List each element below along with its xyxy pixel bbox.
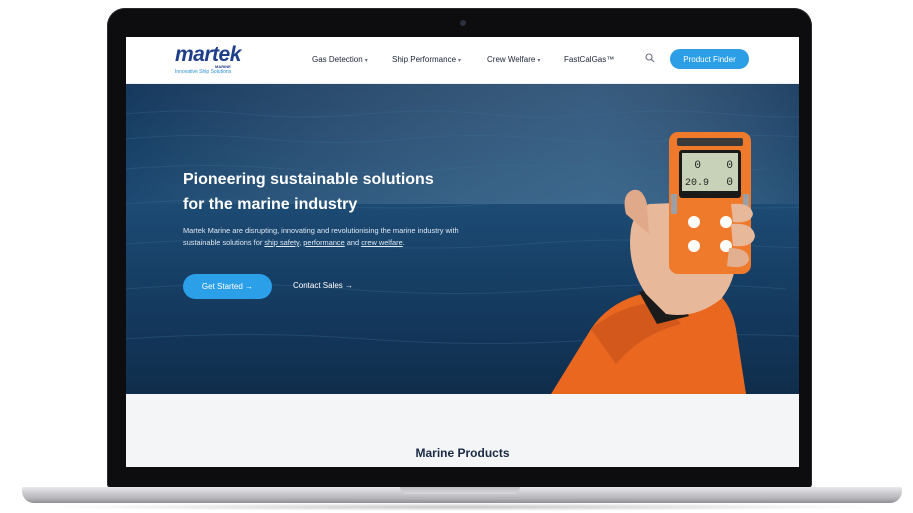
hero-description: Martek Marine are disrupting, innovating… — [183, 225, 463, 249]
nav-label: Crew Welfare — [487, 55, 536, 64]
link-performance[interactable]: performance — [303, 238, 345, 247]
contact-sales-link[interactable]: Contact Sales → — [293, 281, 353, 290]
nav-label: Ship Performance — [392, 55, 457, 64]
device-button — [688, 216, 700, 228]
hero-title-line-2: for the marine industry — [183, 196, 358, 213]
hero-section: Pioneering sustainable solutions for the… — [126, 84, 799, 394]
products-section: Marine Products — [126, 394, 799, 467]
link-ship-safety[interactable]: ship safety — [264, 238, 299, 247]
product-finder-button[interactable]: Product Finder — [670, 49, 749, 69]
link-crew-welfare[interactable]: crew welfare — [361, 238, 402, 247]
logo-word: martek — [175, 43, 241, 66]
device-reading-mid-right: 0 — [726, 177, 733, 189]
separator: and — [344, 238, 362, 247]
nav-label: Gas Detection — [312, 55, 363, 64]
camera-dot — [460, 20, 466, 26]
nav-fastcalgas[interactable]: FastCalGas™ — [564, 55, 614, 64]
laptop-shadow — [40, 503, 885, 511]
chevron-down-icon: ▾ — [537, 58, 541, 64]
get-started-button[interactable]: Get Started → — [183, 274, 272, 299]
laptop-notch — [400, 487, 520, 494]
device-reading-top-left: 0 — [694, 160, 701, 172]
section-title: Marine Products — [415, 446, 510, 460]
search-icon[interactable] — [645, 53, 655, 63]
device-reading-top-right: 0 — [726, 160, 733, 172]
device-reading-mid-left: 20.9 — [685, 178, 709, 189]
nav-label: FastCalGas™ — [564, 55, 615, 64]
chevron-down-icon: ▾ — [364, 58, 368, 64]
hand-with-gas-detector-image: 0 0 20.9 0 TRIPLE-C — [551, 132, 755, 394]
nav-ship-performance[interactable]: Ship Performance ▾ — [392, 55, 461, 64]
nav-crew-welfare[interactable]: Crew Welfare ▾ — [487, 55, 540, 64]
device-label: TRIPLE-C — [700, 191, 723, 197]
site-header: martek MARINE Innovative Ship Solutions … — [126, 37, 799, 84]
separator: . — [402, 238, 405, 247]
martek-logo[interactable]: martek MARINE Innovative Ship Solutions — [175, 43, 257, 77]
hero-title-line-1: Pioneering sustainable solutions — [183, 171, 434, 188]
chevron-down-icon: ▾ — [458, 58, 462, 64]
device-button — [688, 240, 700, 252]
browser-screen: martek MARINE Innovative Ship Solutions … — [126, 37, 799, 467]
hero-title: Pioneering sustainable solutions for the… — [183, 167, 503, 217]
nav-gas-detection[interactable]: Gas Detection ▾ — [312, 55, 368, 64]
device-button — [720, 216, 732, 228]
logo-tagline: Innovative Ship Solutions — [175, 69, 232, 75]
